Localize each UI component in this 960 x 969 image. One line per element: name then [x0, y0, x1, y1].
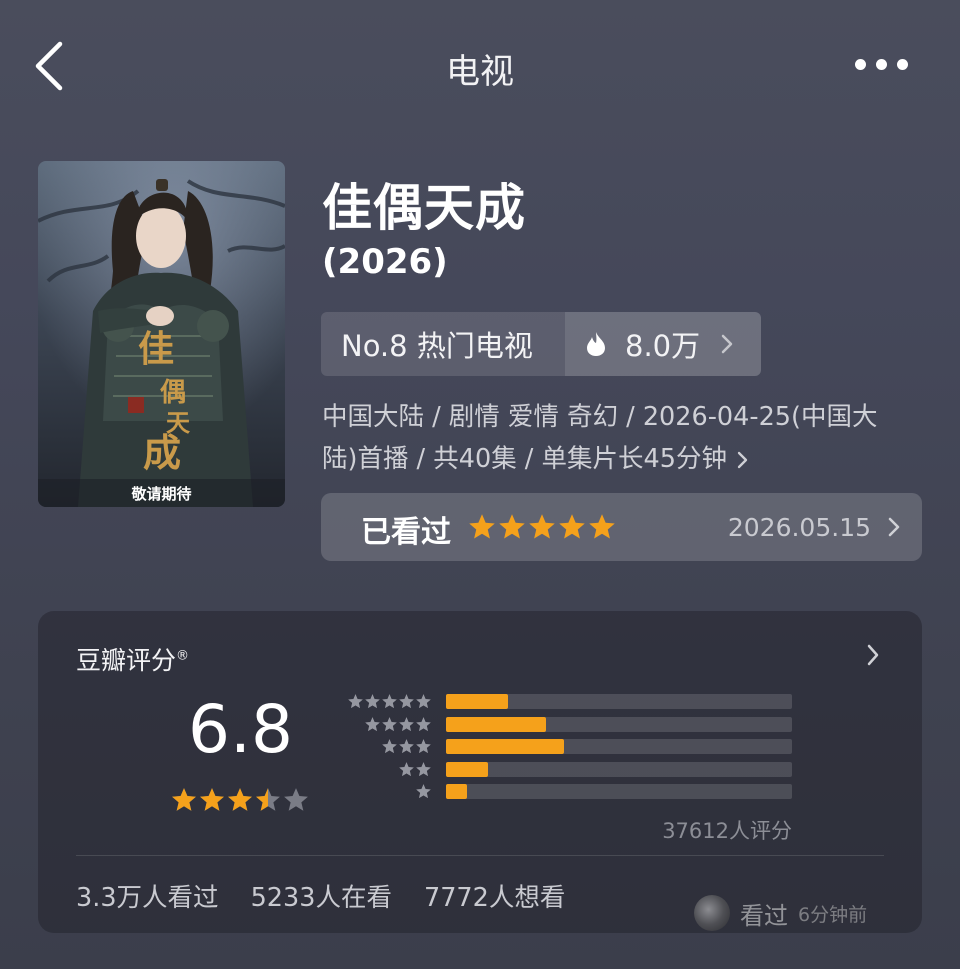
page-title: 电视	[446, 52, 514, 92]
douban-score: 6.8	[188, 691, 293, 768]
star-icon	[348, 694, 363, 709]
poster-calligraphy: 佳	[138, 328, 174, 370]
star-icon	[469, 514, 495, 539]
star-icon	[589, 514, 615, 539]
activity-toast: 看过 6分钟前	[694, 893, 867, 933]
avatar	[694, 895, 730, 931]
mini-stars	[415, 783, 432, 799]
star-icon	[200, 788, 224, 811]
bar-track	[446, 761, 792, 777]
star-icon	[284, 788, 308, 811]
heat-value: 8.0万	[625, 329, 701, 363]
watched-date: 2026.05.15	[727, 513, 871, 542]
rank-label: No.8 热门电视	[341, 329, 533, 363]
ranking-box: No.8 热门电视 8.0万	[321, 312, 761, 376]
user-rating-stars	[467, 512, 617, 542]
star-icon	[382, 694, 397, 709]
rating-bar-2-star	[344, 761, 794, 777]
watched-status-button[interactable]: 已看过 2026.05.15	[321, 493, 922, 561]
divider	[76, 855, 884, 856]
douban-rating-title[interactable]: 豆瓣评分®	[76, 641, 189, 677]
meta-line-2-wrap: 陆)首播 / 共40集 / 单集片长45分钟	[322, 438, 922, 480]
watching-count[interactable]: 5233人在看	[251, 877, 392, 914]
mini-stars	[364, 716, 432, 732]
bar-track	[446, 784, 792, 800]
douban-score-stars	[170, 786, 310, 814]
poster-caption: 敬请期待	[130, 485, 191, 503]
heat-button[interactable]: 8.0万	[565, 312, 761, 376]
flame-icon	[587, 332, 605, 356]
more-button[interactable]	[850, 50, 914, 80]
star-icon	[416, 739, 431, 754]
bar-fill	[446, 716, 547, 732]
star-icon	[228, 788, 252, 811]
rating-bar-3-star	[344, 738, 794, 755]
more-dots-icon	[855, 59, 866, 70]
rating-count[interactable]: 37612人评分	[598, 815, 792, 845]
show-meta-info[interactable]: 中国大陆 / 剧情 爱情 奇幻 / 2026-04-25(中国大 陆)首播 / …	[322, 396, 922, 480]
star-icon	[382, 716, 397, 731]
star-icon	[529, 514, 555, 539]
chevron-right-icon	[888, 517, 900, 537]
star-icon	[399, 716, 414, 731]
star-icon	[382, 739, 397, 754]
mini-stars	[398, 761, 432, 777]
star-icon	[399, 762, 414, 776]
poster-image[interactable]: 佳 偶 天 成 敬请期待	[38, 161, 285, 507]
bar-track	[446, 739, 792, 755]
star-icon	[172, 788, 196, 811]
hot-tv-rank-button[interactable]: No.8 热门电视	[321, 312, 565, 376]
rating-bar-4-star	[344, 716, 794, 732]
meta-line-1: 中国大陆 / 剧情 爱情 奇幻 / 2026-04-25(中国大	[322, 402, 878, 432]
registered-mark: ®	[176, 648, 190, 664]
show-year: (2026)	[322, 242, 448, 282]
bar-fill	[446, 694, 509, 709]
viewer-stats: 3.3万人看过 5233人在看 7772人想看	[76, 877, 597, 914]
mini-stars	[347, 693, 432, 709]
svg-text:偶: 偶	[160, 378, 186, 408]
activity-time: 6分钟前	[798, 903, 868, 926]
star-icon	[416, 694, 431, 709]
bar-fill	[446, 739, 564, 755]
bar-track	[446, 716, 792, 732]
bar-fill	[446, 761, 488, 777]
watched-count[interactable]: 3.3万人看过	[76, 877, 219, 914]
star-icon	[559, 514, 585, 539]
star-icon	[365, 694, 380, 709]
rating-bar-5-star	[344, 693, 794, 709]
mini-stars	[381, 738, 432, 754]
watched-label: 已看过	[361, 515, 451, 550]
star-icon	[499, 514, 525, 539]
bar-track	[446, 694, 792, 709]
star-icon	[416, 762, 431, 776]
star-icon	[399, 694, 414, 709]
star-icon	[365, 716, 380, 731]
show-title: 佳偶天成	[322, 179, 526, 237]
chevron-right-icon	[737, 451, 748, 469]
star-icon	[399, 739, 414, 754]
chevron-right-icon[interactable]	[866, 643, 880, 667]
bar-fill	[446, 784, 467, 800]
want-count[interactable]: 7772人想看	[424, 877, 565, 914]
douban-rating-card: 豆瓣评分® 6.8 37612人评分 3.3万人看过 5233人在看 7772人…	[38, 611, 922, 933]
chevron-right-icon	[721, 334, 733, 354]
star-icon	[416, 716, 431, 731]
star-icon	[256, 788, 280, 811]
top-bar: 电视	[0, 0, 960, 130]
svg-text:成: 成	[143, 430, 181, 475]
activity-label: 看过	[740, 901, 788, 930]
meta-line-2: 陆)首播 / 共40集 / 单集片长45分钟	[322, 444, 727, 474]
star-icon	[416, 784, 431, 799]
rating-bar-1-star	[344, 783, 794, 800]
